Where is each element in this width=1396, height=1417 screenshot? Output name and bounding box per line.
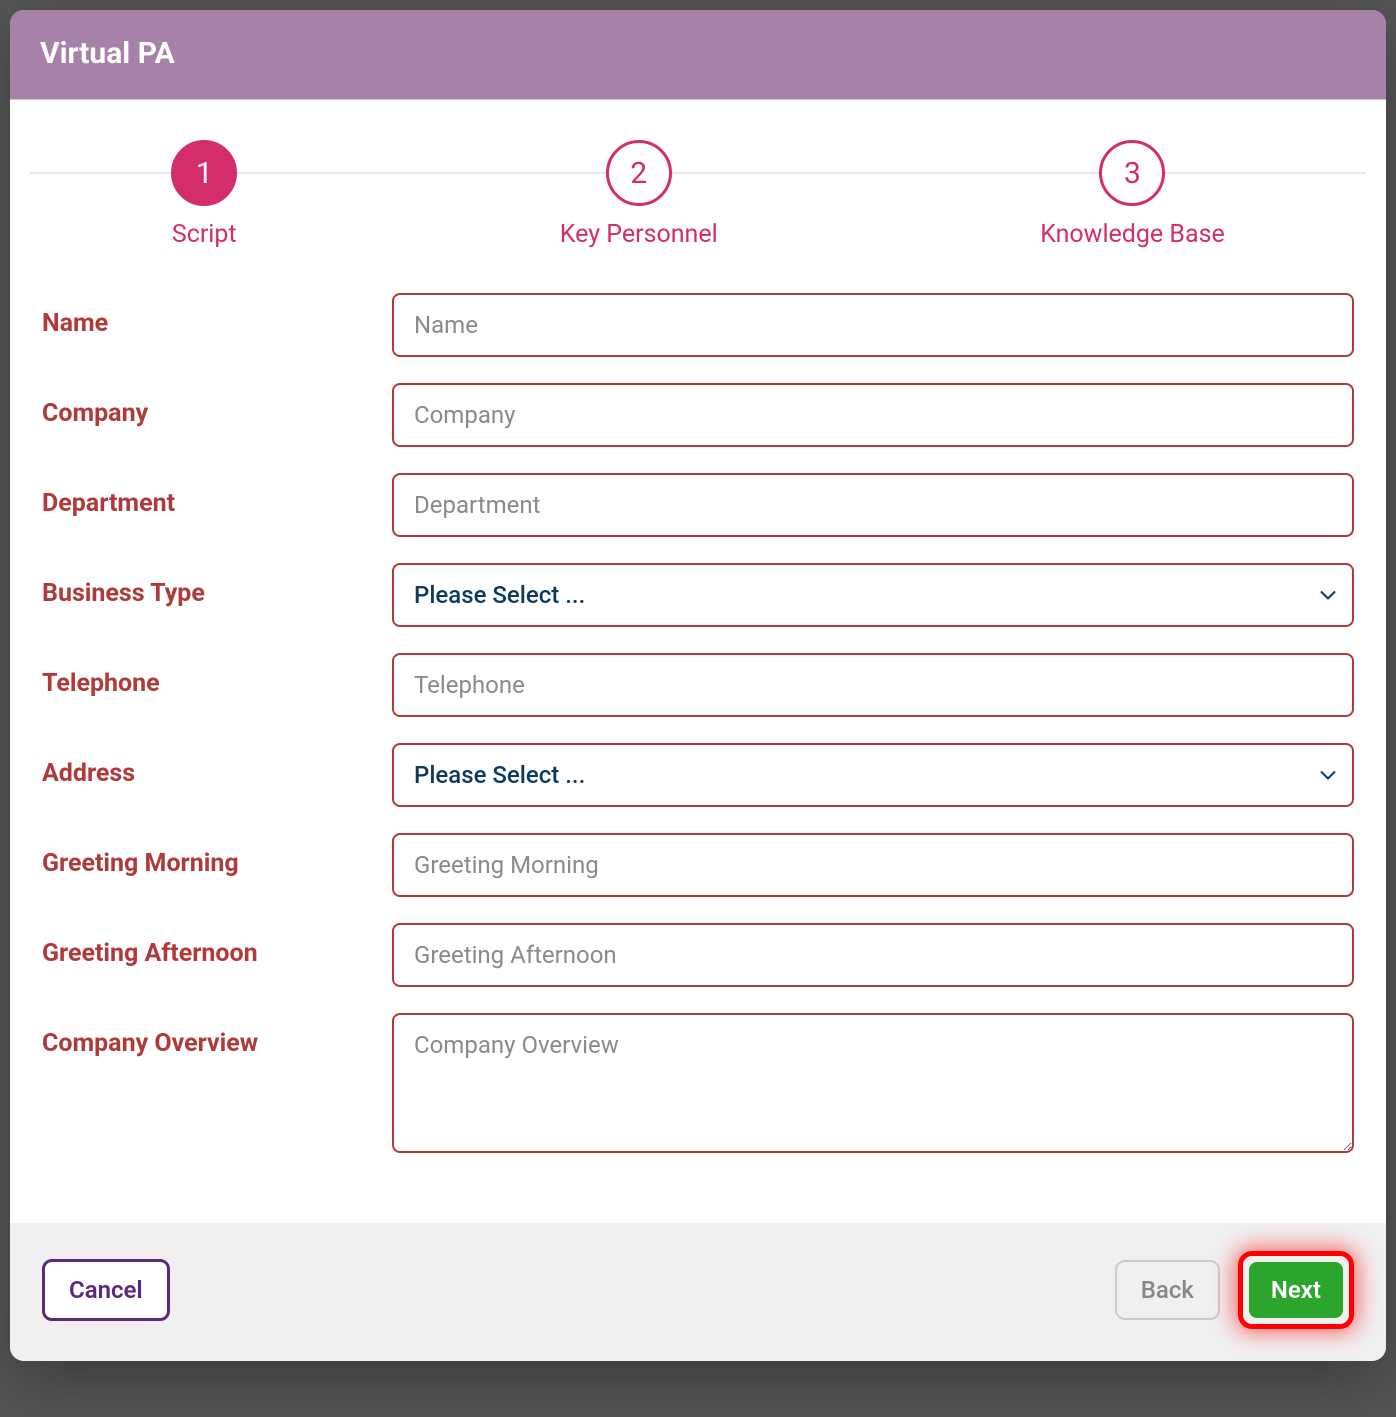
step-circle-1: 1 <box>171 140 237 206</box>
label-name: Name <box>42 293 392 338</box>
row-company: Company <box>42 383 1354 447</box>
next-button[interactable]: Next <box>1249 1262 1343 1318</box>
greeting-morning-input[interactable] <box>392 833 1354 897</box>
address-select[interactable]: Please Select ... <box>392 743 1354 807</box>
company-overview-textarea[interactable] <box>392 1013 1354 1153</box>
virtual-pa-modal: Virtual PA 1 Script 2 Key Personnel 3 Kn… <box>10 10 1386 1361</box>
label-business-type: Business Type <box>42 563 392 608</box>
step-knowledge-base[interactable]: 3 Knowledge Base <box>1040 140 1225 249</box>
row-telephone: Telephone <box>42 653 1354 717</box>
row-company-overview: Company Overview <box>42 1013 1354 1157</box>
row-name: Name <box>42 293 1354 357</box>
step-key-personnel[interactable]: 2 Key Personnel <box>560 140 718 249</box>
step-circle-2: 2 <box>606 140 672 206</box>
back-button[interactable]: Back <box>1115 1260 1220 1320</box>
cancel-button[interactable]: Cancel <box>42 1259 170 1321</box>
company-input[interactable] <box>392 383 1354 447</box>
row-address: Address Please Select ... <box>42 743 1354 807</box>
step-script[interactable]: 1 Script <box>171 140 237 249</box>
wizard-stepper: 1 Script 2 Key Personnel 3 Knowledge Bas… <box>10 100 1386 273</box>
label-greeting-morning: Greeting Morning <box>42 833 392 878</box>
name-input[interactable] <box>392 293 1354 357</box>
modal-footer: Cancel Back Next <box>10 1223 1386 1361</box>
step-label-3: Knowledge Base <box>1040 220 1225 249</box>
step-label-1: Script <box>172 220 237 249</box>
row-department: Department <box>42 473 1354 537</box>
form-body: Name Company Department Business Type Pl… <box>10 273 1386 1223</box>
greeting-afternoon-input[interactable] <box>392 923 1354 987</box>
label-department: Department <box>42 473 392 518</box>
next-highlight: Next <box>1238 1251 1354 1329</box>
label-telephone: Telephone <box>42 653 392 698</box>
label-company-overview: Company Overview <box>42 1013 392 1058</box>
step-label-2: Key Personnel <box>560 220 718 249</box>
step-circle-3: 3 <box>1099 140 1165 206</box>
label-company: Company <box>42 383 392 428</box>
modal-header: Virtual PA <box>10 10 1386 100</box>
telephone-input[interactable] <box>392 653 1354 717</box>
label-address: Address <box>42 743 392 788</box>
label-greeting-afternoon: Greeting Afternoon <box>42 923 392 968</box>
row-business-type: Business Type Please Select ... <box>42 563 1354 627</box>
department-input[interactable] <box>392 473 1354 537</box>
row-greeting-morning: Greeting Morning <box>42 833 1354 897</box>
business-type-select[interactable]: Please Select ... <box>392 563 1354 627</box>
modal-title: Virtual PA <box>40 36 1356 71</box>
row-greeting-afternoon: Greeting Afternoon <box>42 923 1354 987</box>
